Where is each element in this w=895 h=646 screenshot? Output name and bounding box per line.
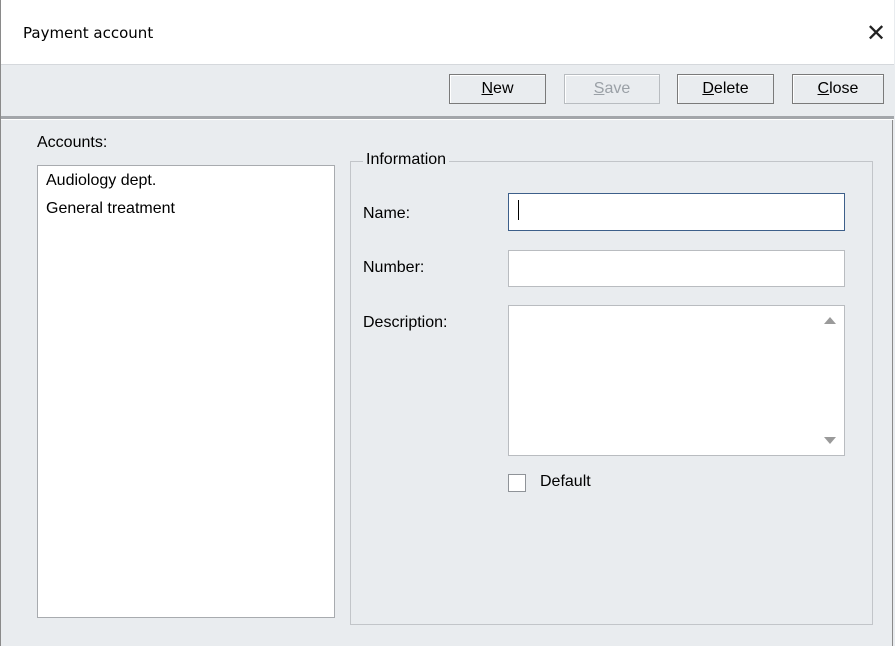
description-scrollbar[interactable]	[816, 306, 844, 455]
accounts-label: Accounts:	[37, 134, 108, 151]
description-label: Description:	[363, 314, 448, 331]
text-caret	[518, 200, 519, 220]
default-checkbox[interactable]	[508, 474, 526, 492]
new-button-mnemonic: N	[481, 80, 494, 97]
payment-account-dialog: Payment account ✕ New Save Delete Close …	[0, 0, 894, 646]
save-button[interactable]: Save	[564, 74, 660, 104]
number-label: Number:	[363, 259, 425, 276]
list-item[interactable]: Audiology dept.	[46, 172, 156, 190]
new-button-label: ew	[493, 80, 514, 97]
accounts-list[interactable]: Audiology dept. General treatment	[37, 165, 335, 618]
save-button-label: ave	[604, 80, 631, 97]
scroll-down-arrow-icon[interactable]	[824, 437, 836, 444]
save-button-mnemonic: S	[593, 80, 605, 97]
close-button-label: lose	[829, 80, 859, 97]
new-button[interactable]: New	[449, 74, 546, 104]
default-label: Default	[540, 473, 591, 490]
delete-button[interactable]: Delete	[677, 74, 774, 104]
name-field[interactable]	[508, 193, 845, 231]
description-textarea[interactable]	[508, 305, 845, 456]
window-title: Payment account	[23, 24, 154, 42]
name-label: Name:	[363, 205, 411, 222]
close-icon[interactable]: ✕	[861, 18, 891, 48]
close-button[interactable]: Close	[792, 74, 884, 104]
information-group-title: Information	[363, 151, 450, 169]
close-button-mnemonic: C	[817, 80, 830, 97]
title-bar: Payment account ✕	[1, 0, 894, 64]
number-field[interactable]	[508, 250, 845, 287]
delete-button-mnemonic: D	[702, 80, 714, 97]
delete-button-label: elete	[713, 80, 749, 97]
toolbar-separator	[1, 116, 894, 120]
scroll-up-arrow-icon[interactable]	[824, 317, 836, 324]
list-item[interactable]: General treatment	[46, 200, 175, 218]
